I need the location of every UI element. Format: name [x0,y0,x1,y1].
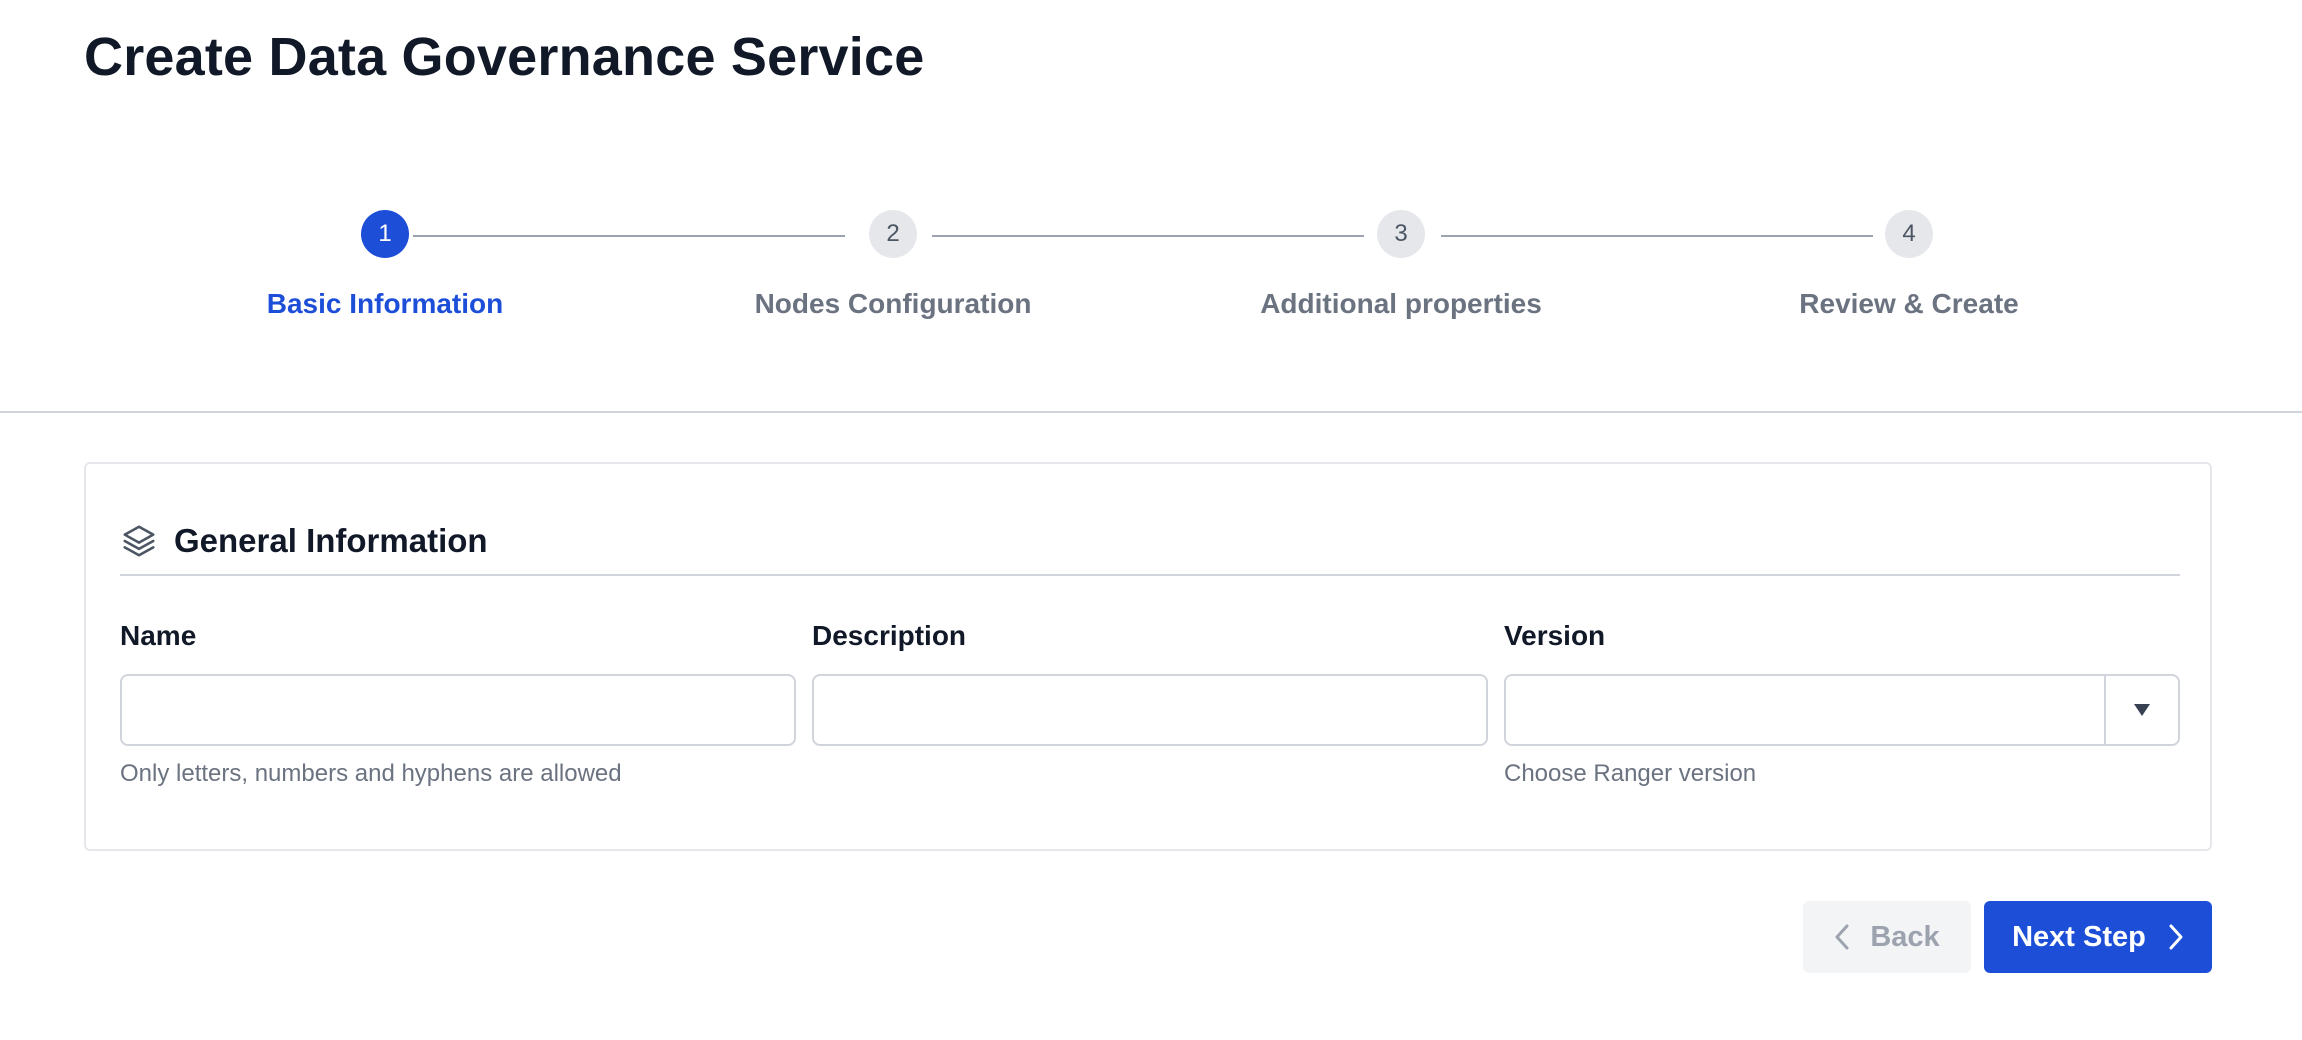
step-number: 3 [1377,210,1425,258]
step-label: Review & Create [1799,288,2019,319]
step-review-create[interactable]: 4 Review & Create [1749,210,2069,320]
version-select[interactable] [1504,674,2180,746]
create-service-page: Create Data Governance Service 1 Basic I… [0,0,2302,1040]
version-selected-value [1506,676,2104,744]
name-hint: Only letters, numbers and hyphens are al… [120,760,622,787]
general-information-card: General Information Name Only letters, n… [84,462,2212,851]
step-number: 2 [869,210,917,258]
step-basic-information[interactable]: 1 Basic Information [225,210,545,320]
header-divider [0,411,2302,413]
layers-icon [120,522,158,560]
step-nodes-configuration[interactable]: 2 Nodes Configuration [733,210,1053,320]
wizard-stepper: 1 Basic Information 2 Nodes Configuratio… [0,210,2302,350]
description-input[interactable] [812,674,1488,746]
step-label: Nodes Configuration [754,288,1032,319]
step-label: Additional properties [1260,288,1542,319]
chevron-left-icon [1834,924,1850,950]
back-button[interactable]: Back [1803,901,1971,973]
description-field-group: Description [812,620,1488,746]
card-title: General Information [174,522,488,559]
step-number: 1 [361,210,409,258]
step-additional-properties[interactable]: 3 Additional properties [1241,210,1561,320]
page-title: Create Data Governance Service [84,27,925,87]
next-step-button[interactable]: Next Step [1984,901,2212,973]
card-header: General Information [120,518,2180,576]
version-field-group: Version Choose Ranger version [1504,620,2180,788]
version-label: Version [1504,620,1606,651]
back-button-label: Back [1870,920,1940,953]
name-label: Name [120,620,197,651]
step-number: 4 [1885,210,1933,258]
chevron-right-icon [2168,924,2184,950]
next-step-button-label: Next Step [2012,920,2146,953]
caret-down-icon[interactable] [2104,676,2178,744]
version-hint: Choose Ranger version [1504,760,1757,787]
name-input[interactable] [120,674,796,746]
name-field-group: Name Only letters, numbers and hyphens a… [120,620,796,788]
step-label: Basic Information [266,288,504,319]
description-label: Description [812,620,967,651]
